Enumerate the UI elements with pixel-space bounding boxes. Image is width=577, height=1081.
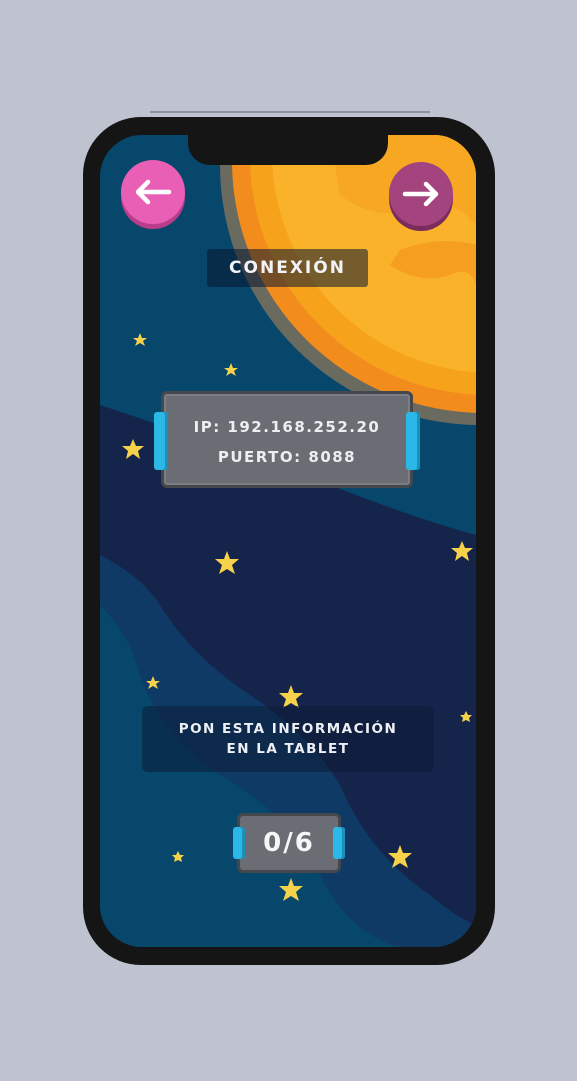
page-title: CONEXIÓN: [207, 249, 368, 287]
progress-counter: 0/6: [237, 813, 341, 873]
phone-frame: CONEXIÓN IP: 192.168.252.20 PUERTO: 8088…: [83, 117, 495, 965]
phone-top-edge: [150, 111, 430, 113]
instruction-message: PON ESTA INFORMACIÓN EN LA TABLET: [142, 706, 434, 772]
panel-right-tab: [406, 412, 420, 470]
port-text: PUERTO: 8088: [217, 448, 357, 466]
counter-left-tab: [233, 827, 245, 859]
arrow-left-icon: [135, 179, 172, 205]
panel-left-tab: [154, 412, 168, 470]
counter-right-tab: [333, 827, 345, 859]
phone-notch: [188, 135, 388, 165]
back-button[interactable]: [121, 160, 185, 224]
next-button[interactable]: [389, 162, 453, 226]
instruction-line-1: PON ESTA INFORMACIÓN: [178, 721, 398, 737]
connection-info-panel: IP: 192.168.252.20 PUERTO: 8088: [161, 391, 413, 488]
app-screen: CONEXIÓN IP: 192.168.252.20 PUERTO: 8088…: [100, 135, 476, 947]
ip-address-text: IP: 192.168.252.20: [193, 418, 381, 436]
instruction-line-2: EN LA TABLET: [226, 741, 350, 757]
arrow-right-icon: [402, 181, 439, 207]
